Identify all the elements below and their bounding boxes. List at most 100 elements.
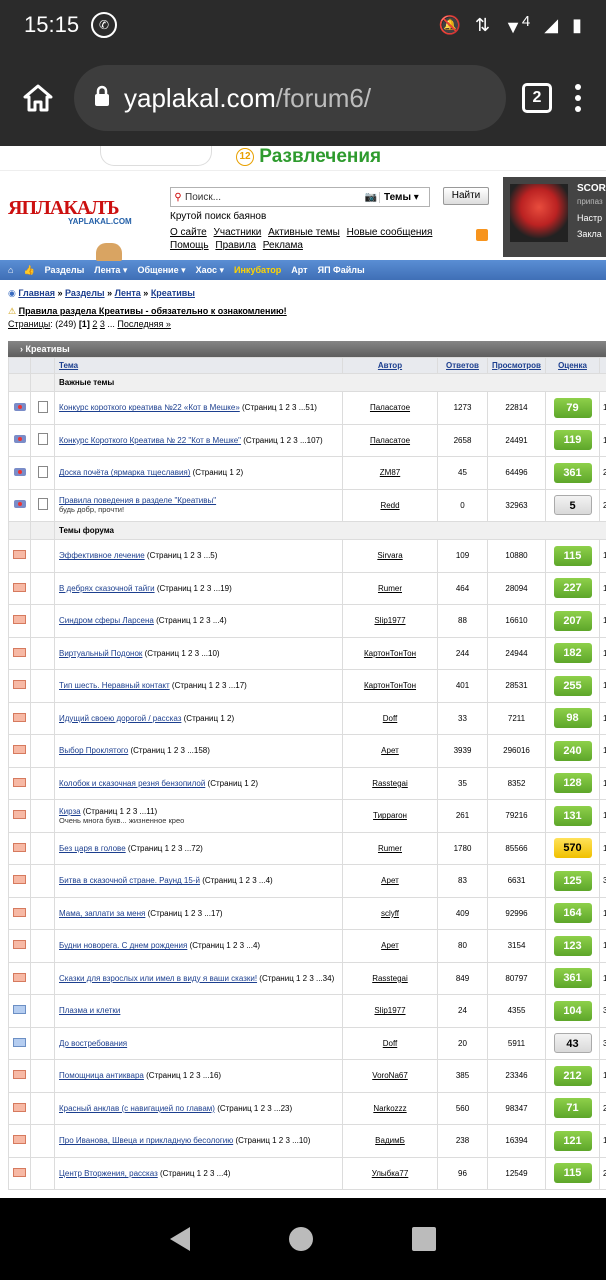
score-badge[interactable]: 212: [553, 1065, 592, 1086]
topic-pages[interactable]: (Страниц 1 2): [184, 714, 234, 723]
topic-last-post[interactable]: 1 А: [599, 1124, 606, 1158]
table-row[interactable]: Центр Вторжения, рассказ (Страниц 1 2 3 …: [8, 1156, 606, 1190]
topic-pages[interactable]: (Страниц 1 2 3 ...51): [242, 403, 317, 412]
topic-last-post[interactable]: 1 А: [599, 571, 606, 605]
topic-last-post[interactable]: 1 А: [599, 896, 606, 930]
topic-last-post[interactable]: 1 А: [599, 604, 606, 638]
rules-link[interactable]: Правила раздела Креативы - обязательно к…: [19, 306, 287, 316]
topic-author[interactable]: Doff: [383, 1039, 398, 1048]
topic-link[interactable]: Синдром сферы Ларсена: [59, 616, 154, 625]
score-badge[interactable]: 182: [553, 643, 592, 664]
pagination-page-3[interactable]: 3: [100, 319, 105, 329]
col-last[interactable]: С: [599, 357, 606, 374]
table-row[interactable]: Плазма и клетки Slip1977 244355 104 3 А: [8, 994, 606, 1028]
topic-author[interactable]: Паласатое: [370, 436, 410, 445]
topic-last-post[interactable]: 1 А: [599, 799, 606, 833]
topic-last-post[interactable]: 1 А: [599, 423, 606, 457]
search-input[interactable]: Поиск...: [185, 192, 363, 203]
topic-pages[interactable]: (Страниц 1 2 3 ...10): [235, 1136, 310, 1145]
topic-author[interactable]: sclyff: [381, 909, 399, 918]
score-badge[interactable]: 79: [553, 397, 592, 418]
score-badge[interactable]: 128: [553, 773, 592, 794]
table-row[interactable]: Сказки для взрослых или имел в виду я ва…: [8, 961, 606, 995]
score-badge[interactable]: 361: [553, 968, 592, 989]
site-logo[interactable]: ЯПЛАКАЛЪ YAPLAKAL.COM: [8, 197, 132, 226]
home-nav-button[interactable]: [288, 1227, 313, 1251]
table-row[interactable]: Красный анклав (с навигацией по главам) …: [8, 1091, 606, 1125]
topic-author[interactable]: Narkozzz: [373, 1104, 406, 1113]
topic-link[interactable]: Битва в сказочной стране. Раунд 15-й: [59, 876, 200, 885]
score-badge[interactable]: 227: [553, 578, 592, 599]
table-row[interactable]: Мама, заплати за меня (Страниц 1 2 3 ...…: [8, 896, 606, 930]
topic-author[interactable]: Redd: [380, 501, 399, 510]
topic-link[interactable]: Конкурс короткого креатива №22 «Кот в Ме…: [59, 403, 240, 412]
score-badge[interactable]: 240: [553, 740, 592, 761]
score-badge[interactable]: 164: [553, 903, 592, 924]
recents-button[interactable]: [412, 1227, 437, 1251]
table-row[interactable]: В дебрях сказочной тайги (Страниц 1 2 3 …: [8, 571, 606, 605]
topic-last-post[interactable]: 1 А: [599, 929, 606, 963]
nav-incubator[interactable]: Инкубатор: [234, 265, 281, 275]
col-topic[interactable]: Тема: [54, 357, 343, 374]
topic-link[interactable]: Виртуальный Подонок: [59, 649, 142, 658]
col-score[interactable]: Оценка: [545, 357, 600, 374]
topic-last-post[interactable]: 2 А: [599, 488, 606, 522]
topic-last-post[interactable]: 1 А: [599, 831, 606, 865]
topic-link[interactable]: Выбор Проклятого: [59, 746, 128, 755]
tab-switcher-button[interactable]: 2: [522, 83, 552, 113]
topic-link[interactable]: Про Иванова, Швеца и прикладную бесологи…: [59, 1136, 233, 1145]
topic-pages[interactable]: (Страниц 1 2 3 ...72): [128, 844, 203, 853]
topic-author[interactable]: Rumer: [378, 844, 402, 853]
link-about[interactable]: О сайте: [170, 227, 207, 238]
table-row[interactable]: До востребования Doff 205911 43 3 А: [8, 1026, 606, 1060]
topic-pages[interactable]: (Страниц 1 2 3 ...4): [160, 1169, 231, 1178]
topic-link[interactable]: Кирза: [59, 807, 81, 816]
score-badge[interactable]: 125: [553, 870, 592, 891]
profile-settings-link[interactable]: Настр: [577, 213, 602, 223]
topic-last-post[interactable]: 2 А: [599, 1091, 606, 1125]
topic-pages[interactable]: (Страниц 1 2 3 ...158): [130, 746, 209, 755]
table-row[interactable]: Помощница антиквара (Страниц 1 2 3 ...16…: [8, 1059, 606, 1093]
topic-pages[interactable]: (Страниц 1 2): [193, 468, 243, 477]
topic-link[interactable]: Идущий своею дорогой / рассказ: [59, 714, 181, 723]
score-badge[interactable]: 71: [553, 1098, 592, 1119]
topic-link[interactable]: Конкурс Короткого Креатива № 22 "Кот в М…: [59, 436, 241, 445]
topic-link[interactable]: Колобок и сказочная резня бензопилой: [59, 779, 205, 788]
banner-promo[interactable]: 12 Развлечения: [236, 146, 381, 168]
link-rules[interactable]: Правила: [215, 240, 256, 251]
topic-link[interactable]: Тип шесть. Неравный контакт: [59, 681, 170, 690]
score-badge[interactable]: 115: [553, 545, 592, 566]
topic-pages[interactable]: (Страниц 1 2 3 ...10): [145, 649, 220, 658]
col-answers[interactable]: Ответов: [437, 357, 488, 374]
pagination-last[interactable]: Последняя »: [117, 319, 171, 329]
col-views[interactable]: Просмотров: [487, 357, 546, 374]
topic-last-post[interactable]: 1 А: [599, 1059, 606, 1093]
topic-link[interactable]: Красный анклав (с навигацией по главам): [59, 1104, 215, 1113]
address-bar[interactable]: yaplakal.com/forum6/: [74, 65, 506, 131]
table-row[interactable]: Выбор Проклятого (Страниц 1 2 3 ...158) А…: [8, 734, 606, 768]
topic-last-post[interactable]: 1 А: [599, 766, 606, 800]
nav-art[interactable]: Арт: [291, 265, 307, 275]
topic-author[interactable]: ZM87: [380, 468, 400, 477]
topic-author[interactable]: Slip1977: [374, 616, 405, 625]
topic-author[interactable]: КартонТонТон: [364, 649, 416, 658]
back-button[interactable]: [169, 1227, 190, 1251]
pagination-page-2[interactable]: 2: [92, 319, 97, 329]
topic-pages[interactable]: (Страниц 1 2 3 ...16): [146, 1071, 221, 1080]
table-row[interactable]: Будни новорега. С днем рождения (Страниц…: [8, 929, 606, 963]
link-new-posts[interactable]: Новые сообщения: [347, 227, 433, 238]
table-row[interactable]: Без царя в голове (Страниц 1 2 3 ...72) R…: [8, 831, 606, 865]
score-badge[interactable]: 131: [553, 805, 592, 826]
topic-last-post[interactable]: 1 А: [599, 961, 606, 995]
breadcrumb-home[interactable]: Главная: [18, 288, 55, 298]
topic-pages[interactable]: (Страниц 1 2 3 ...11): [83, 807, 157, 816]
topic-pages[interactable]: (Страниц 1 2 3 ...5): [147, 551, 218, 560]
topic-pages[interactable]: (Страниц 1 2 3 ...4): [190, 941, 261, 950]
profile-name[interactable]: SCOR: [577, 183, 606, 194]
topic-last-post[interactable]: 2 А: [599, 1156, 606, 1190]
topic-last-post[interactable]: 3 А: [599, 864, 606, 898]
topic-link[interactable]: Эффективное лечение: [59, 551, 145, 560]
top-banner[interactable]: 12 Развлечения: [0, 146, 606, 170]
topic-last-post[interactable]: 1 А: [599, 669, 606, 703]
topic-link[interactable]: Доска почёта (ярмарка тщеславия): [59, 468, 190, 477]
